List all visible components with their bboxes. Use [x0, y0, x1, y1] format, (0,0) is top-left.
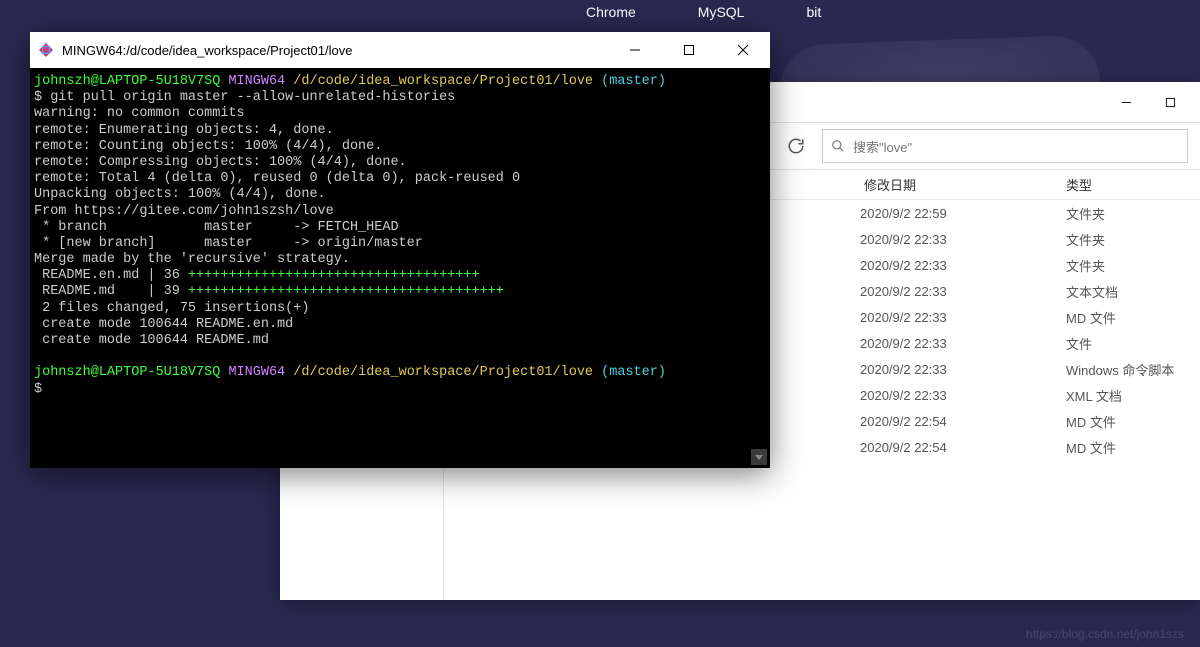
terminal-scroll-down-icon[interactable]	[751, 449, 767, 465]
search-placeholder: 搜索"love"	[853, 137, 912, 156]
terminal-body[interactable]: johnszh@LAPTOP-5U18V7SQ MINGW64 /d/code/…	[30, 68, 770, 468]
minimize-button[interactable]	[1104, 86, 1148, 118]
column-header-date[interactable]: 修改日期	[860, 175, 1060, 194]
mingw-icon	[38, 42, 54, 58]
terminal-title: MINGW64:/d/code/idea_workspace/Project01…	[62, 43, 620, 58]
column-header-type[interactable]: 类型	[1060, 175, 1200, 194]
desktop-icon-labels: Chrome MySQL bit	[580, 0, 827, 24]
minimize-button[interactable]	[620, 35, 650, 65]
desktop-icon-mysql[interactable]: MySQL	[692, 0, 751, 24]
maximize-button[interactable]	[1148, 86, 1192, 118]
terminal-titlebar[interactable]: MINGW64:/d/code/idea_workspace/Project01…	[30, 32, 770, 68]
refresh-button[interactable]	[776, 126, 816, 166]
search-input[interactable]: 搜索"love"	[822, 129, 1188, 163]
watermark: https://blog.csdn.net/john1szs	[1026, 627, 1184, 641]
desktop-icon-chrome[interactable]: Chrome	[580, 0, 642, 24]
close-button[interactable]	[728, 35, 758, 65]
terminal-window: MINGW64:/d/code/idea_workspace/Project01…	[30, 32, 770, 468]
desktop-icon-bit[interactable]: bit	[800, 0, 827, 24]
maximize-button[interactable]	[674, 35, 704, 65]
